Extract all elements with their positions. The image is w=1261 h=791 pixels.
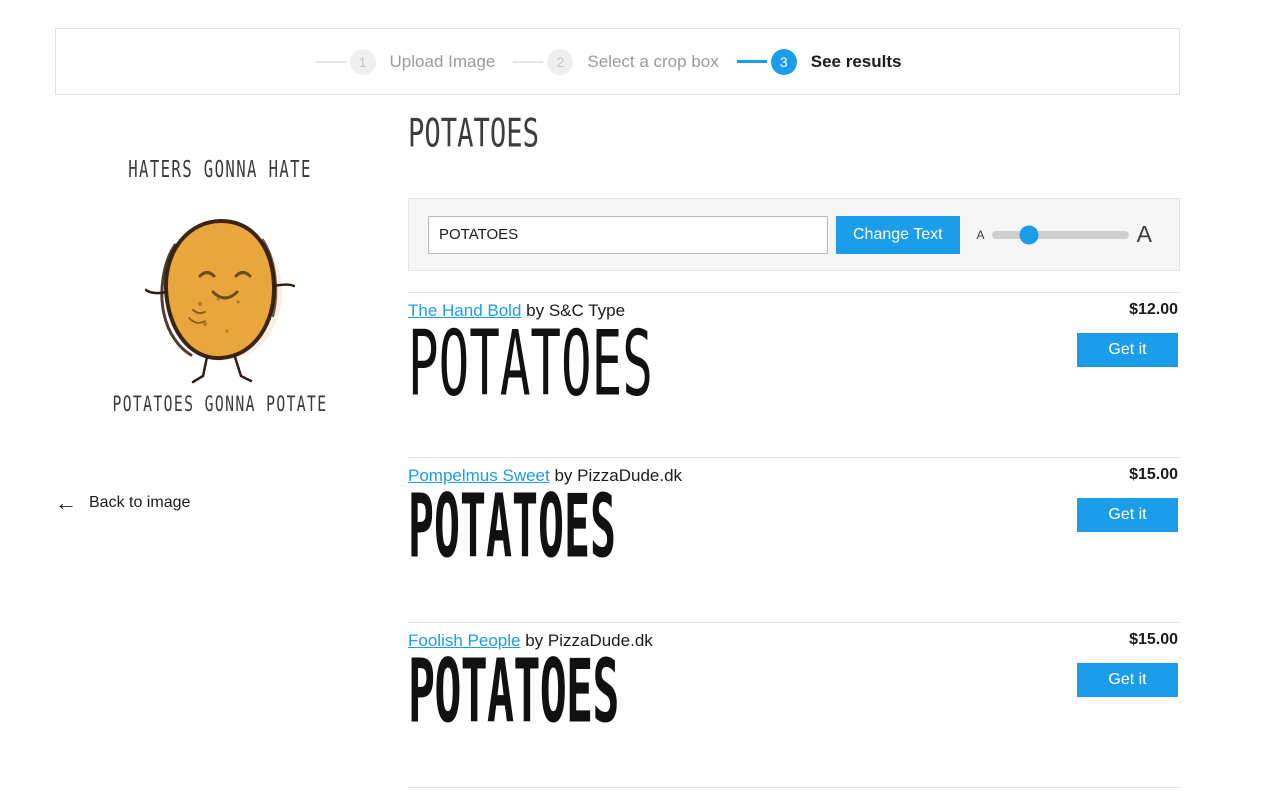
font-result-row: Foolish People by PizzaDude.dk $15.00 Ge… xyxy=(408,623,1180,787)
image-bottom-caption: POTATOES GONNA POTATE xyxy=(112,390,328,417)
stepper-steps: 1 Upload Image 2 Select a crop box 3 See… xyxy=(315,48,920,75)
change-text-button[interactable]: Change Text xyxy=(836,215,960,254)
stepper-step-3[interactable]: 3 See results xyxy=(736,48,920,75)
cropped-text-preview: POTATOES xyxy=(408,110,1180,188)
source-image-panel: HATERS GONNA HATE POTATOES GONNA POTATE … xyxy=(55,116,385,514)
font-price: $15.00 xyxy=(1129,631,1178,648)
back-to-image-link[interactable]: ← Back to image xyxy=(55,492,385,514)
get-it-button[interactable]: Get it xyxy=(1077,498,1178,532)
font-size-slider[interactable] xyxy=(991,225,1129,244)
large-a-icon: A xyxy=(1136,221,1152,247)
image-top-caption: HATERS GONNA HATE xyxy=(128,156,312,184)
back-to-image-label: Back to image xyxy=(89,494,191,511)
font-price: $15.00 xyxy=(1129,466,1178,483)
font-sample-text: POTATOES xyxy=(408,310,653,417)
font-result-row: Pompelmus Sweet by PizzaDude.dk $15.00 G… xyxy=(408,458,1180,622)
get-it-button[interactable]: Get it xyxy=(1077,333,1178,367)
stepper-connector-2 xyxy=(513,60,544,63)
cropped-text-preview-value: POTATOES xyxy=(408,110,540,157)
row-divider xyxy=(408,787,1180,788)
font-sample-text: POTATOES xyxy=(408,476,617,579)
back-arrow-icon: ← xyxy=(55,490,77,515)
small-a-icon: A xyxy=(976,227,985,242)
stepper-bullet-1[interactable]: 1 xyxy=(349,48,376,75)
font-size-slider-group: A A xyxy=(977,221,1152,248)
stepper-bullet-3[interactable]: 3 xyxy=(770,48,797,75)
results-panel: POTATOES Change Text A A The Hand Bold b… xyxy=(408,110,1180,788)
stepper-bullet-2[interactable]: 2 xyxy=(547,48,574,75)
get-it-button[interactable]: Get it xyxy=(1077,663,1178,697)
stepper-connector-1 xyxy=(315,60,346,63)
search-text-input[interactable] xyxy=(428,215,828,254)
font-size-slider-thumb[interactable] xyxy=(1019,225,1039,244)
font-result-row: The Hand Bold by S&C Type $12.00 Get it … xyxy=(408,293,1180,457)
font-sample-text: POTATOES xyxy=(408,641,619,744)
uploaded-image[interactable]: HATERS GONNA HATE POTATOES GONNA POTATE xyxy=(55,116,385,452)
font-price: $12.00 xyxy=(1129,301,1178,318)
stepper-label-see-results[interactable]: See results xyxy=(811,52,902,72)
stepper-label-upload-image[interactable]: Upload Image xyxy=(390,52,496,72)
text-controls-panel: Change Text A A xyxy=(408,198,1180,271)
stepper-connector-3 xyxy=(736,60,767,63)
stepper-step-1[interactable]: 1 Upload Image xyxy=(315,48,514,75)
wizard-stepper: 1 Upload Image 2 Select a crop box 3 See… xyxy=(55,28,1180,95)
stepper-step-2[interactable]: 2 Select a crop box xyxy=(513,48,736,75)
stepper-label-select-crop-box[interactable]: Select a crop box xyxy=(587,52,718,72)
potato-illustration-icon xyxy=(144,200,296,390)
